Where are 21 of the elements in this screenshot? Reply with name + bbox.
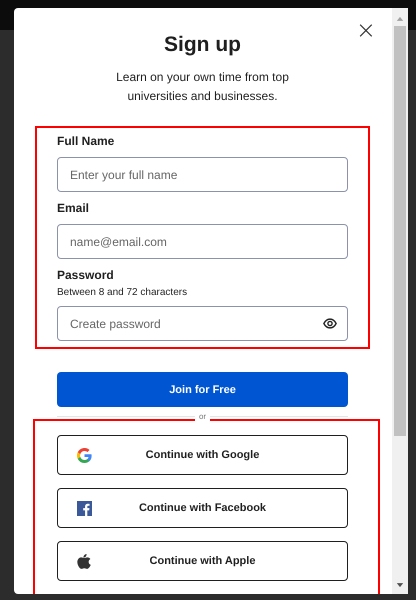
apple-icon <box>77 554 92 569</box>
eye-icon[interactable] <box>323 318 337 329</box>
close-button[interactable]: × <box>354 18 378 42</box>
join-button[interactable]: Join for Free <box>57 372 348 407</box>
field-hint: Between 8 and 72 characters <box>57 287 188 298</box>
dialog-subtitle: Learn on your own time from top universities and businesses. <box>115 69 290 105</box>
social-login-button[interactable]: Continue with Google <box>57 435 348 475</box>
input-field[interactable]: name@email.com <box>57 224 348 259</box>
social-login-button[interactable]: Continue with Facebook <box>57 488 348 528</box>
facebook-icon <box>77 501 92 516</box>
google-icon <box>77 448 92 463</box>
field-label: Full Name <box>57 133 116 149</box>
scrollbar[interactable] <box>392 8 408 594</box>
scroll-down-icon[interactable] <box>396 583 404 588</box>
divider-label: or <box>194 412 210 421</box>
dialog-title: Sign up <box>163 32 242 58</box>
social-login-button[interactable]: Continue with Apple <box>57 541 348 581</box>
field-label: Password <box>57 267 115 283</box>
input-field[interactable]: Create password <box>57 306 348 341</box>
field-label: Email <box>57 200 90 216</box>
input-field[interactable]: Enter your full name <box>57 157 348 192</box>
